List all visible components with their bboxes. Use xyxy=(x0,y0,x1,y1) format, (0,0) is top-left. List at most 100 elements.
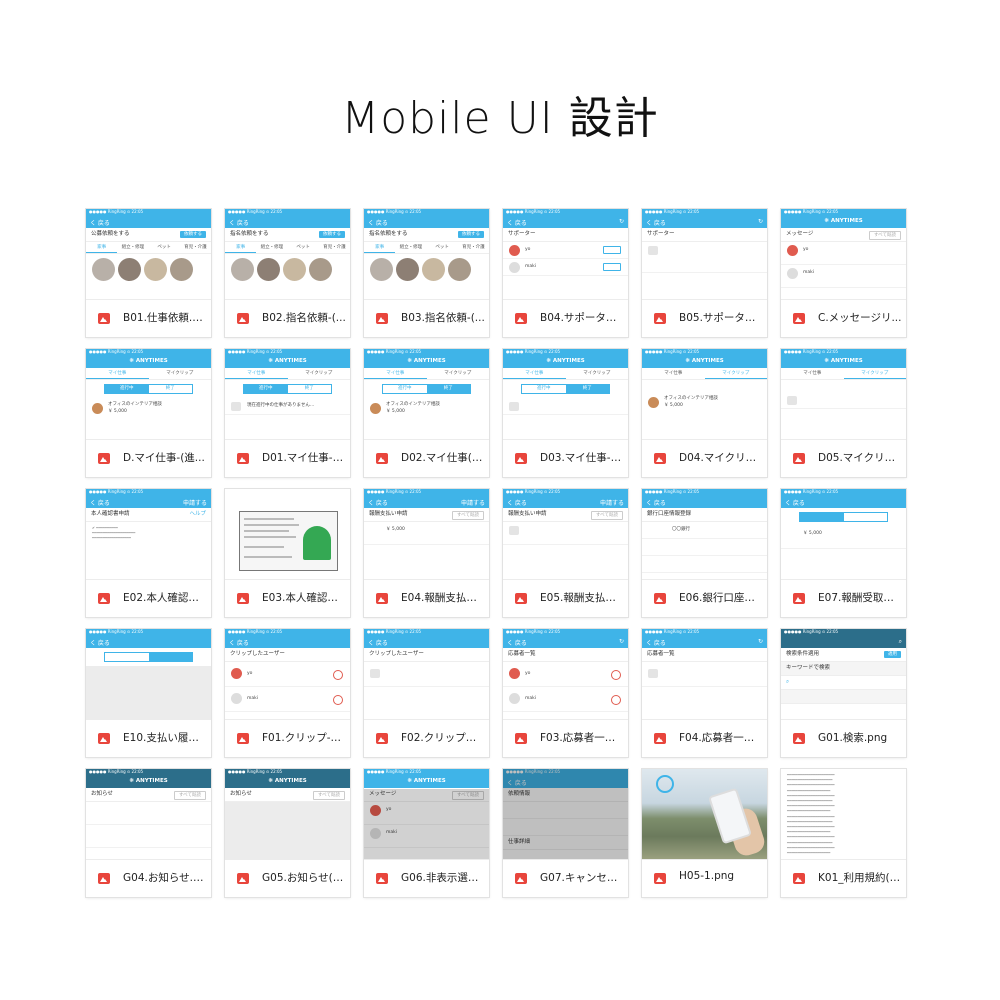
section-header: クリップしたユーザー xyxy=(225,648,350,662)
category-tabs: 家事 組立・修理 ペット 育児・介護 xyxy=(86,242,211,254)
section-title: サポーター xyxy=(647,231,675,237)
file-name: F02.クリップユ... xyxy=(401,732,485,744)
category-images xyxy=(225,254,350,285)
screen-card[interactable]: ●●●●● RingRing ⊙ 22:05 く 戻る 指名依頼をする 依頼する … xyxy=(225,209,350,337)
screen-card[interactable]: ●●●●● RingRing ⊙ 22:05 く 戻る クリップしたユーザー F… xyxy=(364,629,489,757)
screen-card[interactable]: ●●●●● RingRing ⊙ 22:05 ❋ ANYTIMES マイ仕事 マイ… xyxy=(364,349,489,477)
avatar xyxy=(648,397,659,408)
screen-thumbnail: ●●●●● RingRing ⊙ 22:05 く 戻る ￥ 5,000 xyxy=(781,489,906,579)
screen-card[interactable]: ●●●●● RingRing ⊙ 22:05 く 戻る 申請する 報酬支払い申請す… xyxy=(503,489,628,617)
section-header: メッセージ すべて既読 xyxy=(781,228,906,242)
brand-logo: ❋ ANYTIMES xyxy=(685,358,724,364)
tab: マイ仕事 xyxy=(86,368,149,379)
screen-card[interactable]: ●●●●● RingRing ⊙ 22:05 く 戻る E10.支払い履歴(..… xyxy=(86,629,211,757)
brand-logo: ❋ ANYTIMES xyxy=(129,778,168,784)
back-link: く 戻る xyxy=(229,220,249,227)
screen-card[interactable]: ●●●●● RingRing ⊙ 22:05 く 戻る 申請する 報酬支払い申請す… xyxy=(364,489,489,617)
screen-card[interactable]: ●●●●● RingRing ⊙ 22:05 ❋ ANYTIMES メッセージす… xyxy=(364,769,489,897)
file-caption: E05.報酬支払い... xyxy=(503,579,628,617)
modal-overlay xyxy=(503,769,628,859)
screen-card[interactable]: ●●●●● RingRing ⊙ 22:05 ❋ ANYTIMES マイ仕事 マイ… xyxy=(225,349,350,477)
screen-thumbnail: ●●●●● RingRing ⊙ 22:05 ❋ ANYTIMES マイ仕事 マイ… xyxy=(225,349,350,439)
screen-thumbnail: ●●●●● RingRing ⊙ 22:05 く 戻る クリップしたユーザー xyxy=(364,629,489,719)
screen-card[interactable]: E03.本人確認書(... xyxy=(225,489,350,617)
file-caption: F02.クリップユ... xyxy=(364,719,489,757)
screen-card[interactable]: ●●●●● RingRing ⊙ 22:05 ❋ ANYTIMES お知らせ すべ… xyxy=(86,769,211,897)
nav-bar: く 戻る ↻ xyxy=(642,635,767,648)
tab: ペット xyxy=(157,245,171,250)
file-name: G01.検索.png xyxy=(818,732,888,744)
section-header: お知らせ すべて既読 xyxy=(86,788,211,802)
file-name: G05.お知らせ(空... xyxy=(262,872,346,884)
apply-link: 申請する xyxy=(460,500,485,507)
nav-bar: く 戻る xyxy=(781,495,906,508)
refresh-icon: ↻ xyxy=(618,218,624,225)
nav-bar: ⌕ xyxy=(781,635,906,648)
back-link: く 戻る xyxy=(368,220,388,227)
back-link: く 戻る xyxy=(646,500,666,507)
segment: 終了 xyxy=(165,386,175,391)
screenshot-grid: ●●●●● RingRing ⊙ 22:05 く 戻る 公募依頼をする 依頼する … xyxy=(86,209,908,897)
nav-bar: く 戻る xyxy=(225,215,350,228)
segment-control xyxy=(104,652,193,662)
image-file-icon xyxy=(98,453,110,464)
empty-message: 現在進行中の仕事がありません… xyxy=(247,403,315,408)
screen-card[interactable]: ●●●●● RingRing ⊙ 22:05 ❋ ANYTIMES マイ仕事 マイ… xyxy=(642,349,767,477)
category-tabs: 家事 組立・修理 ペット 育児・介護 xyxy=(364,242,489,254)
tab: 組立・修理 xyxy=(121,245,145,250)
screen-card[interactable]: ●●●●● RingRing ⊙ 22:05 ❋ ANYTIMES マイ仕事 マイ… xyxy=(86,349,211,477)
image-file-icon xyxy=(793,593,805,604)
empty-area xyxy=(86,666,211,719)
screen-card[interactable]: ●●●●● RingRing ⊙ 22:05 く 戻る 申請する 本人確認書申請ヘ… xyxy=(86,489,211,617)
screen-thumbnail: ●●●●● RingRing ⊙ 22:05 く 戻る 指名依頼をする 依頼する … xyxy=(364,209,489,299)
image-file-icon xyxy=(515,593,527,604)
screen-card[interactable]: ●●●●● RingRing ⊙ 22:05 く 戻る ↻ 応募者一覧 F04.応… xyxy=(642,629,767,757)
screen-card[interactable]: ●●●●● RingRing ⊙ 22:05 く 戻る 銀行口座情報登録 〇〇銀… xyxy=(642,489,767,617)
file-name: E02.本人確認書(... xyxy=(123,592,207,604)
file-caption: B02.指名依頼-(... xyxy=(225,299,350,337)
screen-card[interactable]: ●●●●● RingRing ⊙ 22:05 く 戻る クリップしたユーザー y… xyxy=(225,629,350,757)
terms-text: ━━━━━━━━━━━━━━━━━━━━━━ ━━━━━━━━━━━━━━━━━━… xyxy=(787,773,835,856)
file-caption: E10.支払い履歴(... xyxy=(86,719,211,757)
file-name: B05.サポーター... xyxy=(679,312,763,324)
screen-thumbnail: ●●●●● RingRing ⊙ 22:05 く 戻る ↻ サポーター yo ma… xyxy=(503,209,628,299)
screen-card[interactable]: ●●●●● RingRing ⊙ 22:05 く 戻る ￥ 5,000 E07.… xyxy=(781,489,906,617)
tab: 家事 xyxy=(364,242,396,253)
nav-bar: く 戻る xyxy=(86,215,211,228)
screen-card[interactable]: ●●●●● RingRing ⊙ 22:05 ⌕ 検索条件適用 適用 キーワードで… xyxy=(781,629,906,757)
request-button: 依頼する xyxy=(458,231,484,238)
avatar xyxy=(787,245,798,256)
file-name: E03.本人確認書(... xyxy=(262,592,346,604)
screen-card[interactable]: ●●●●● RingRing ⊙ 22:05 く 戻る ↻ 応募者一覧 yo ma… xyxy=(503,629,628,757)
image-file-icon xyxy=(376,453,388,464)
screen-card[interactable]: ●●●●● RingRing ⊙ 22:05 ❋ ANYTIMES マイ仕事 マイ… xyxy=(503,349,628,477)
file-name: F03.応募者一覧... xyxy=(540,732,624,744)
screen-card[interactable]: ●●●●● RingRing ⊙ 22:05 く 戻る 公募依頼をする 依頼する … xyxy=(86,209,211,337)
screen-card[interactable]: ━━━━━━━━━━━━━━━━━━━━━━ ━━━━━━━━━━━━━━━━━━… xyxy=(781,769,906,897)
screen-card[interactable]: ●●●●● RingRing ⊙ 22:05 く 戻る ↻ サポーター yo ma… xyxy=(503,209,628,337)
section-header: サポーター xyxy=(642,228,767,242)
screen-card[interactable]: ●●●●● RingRing ⊙ 22:05 ❋ ANYTIMES メッセージす… xyxy=(781,209,906,337)
section-header: サポーター xyxy=(503,228,628,242)
back-link: く 戻る xyxy=(90,220,110,227)
screen-card[interactable]: ●●●●● RingRing ⊙ 22:05 く 戻る 依頼情報 仕事詳細 G0… xyxy=(503,769,628,897)
image-file-icon xyxy=(98,313,110,324)
list-item: yo xyxy=(503,662,628,687)
screen-card[interactable]: ●●●●● RingRing ⊙ 22:05 ❋ ANYTIMES マイ仕事 マイ… xyxy=(781,349,906,477)
file-name: B03.指名依頼-(... xyxy=(401,312,485,324)
image-file-icon xyxy=(98,593,110,604)
screen-thumbnail: ●●●●● RingRing ⊙ 22:05 く 戻る 指名依頼をする 依頼する … xyxy=(225,209,350,299)
user-name: yo xyxy=(525,671,531,676)
job-price: ￥ 5,000 xyxy=(108,409,127,414)
screen-card[interactable]: ●●●●● RingRing ⊙ 22:05 ❋ ANYTIMES お知らせ すべ… xyxy=(225,769,350,897)
nav-bar: く 戻る xyxy=(364,635,489,648)
file-caption: D03.マイ仕事-(... xyxy=(503,439,628,477)
screen-card[interactable]: H05-1.png xyxy=(642,769,767,897)
job-item: オフィスのインテリア相談 ￥ 5,000 xyxy=(642,392,767,417)
screen-card[interactable]: ●●●●● RingRing ⊙ 22:05 く 戻る 指名依頼をする 依頼する … xyxy=(364,209,489,337)
image-file-icon xyxy=(237,733,249,744)
screen-thumbnail: ●●●●● RingRing ⊙ 22:05 ⌕ 検索条件適用 適用 キーワードで… xyxy=(781,629,906,719)
budget-row xyxy=(781,690,906,704)
file-caption: G01.検索.png xyxy=(781,719,906,757)
screen-card[interactable]: ●●●●● RingRing ⊙ 22:05 く 戻る ↻ サポーター B05.サ… xyxy=(642,209,767,337)
